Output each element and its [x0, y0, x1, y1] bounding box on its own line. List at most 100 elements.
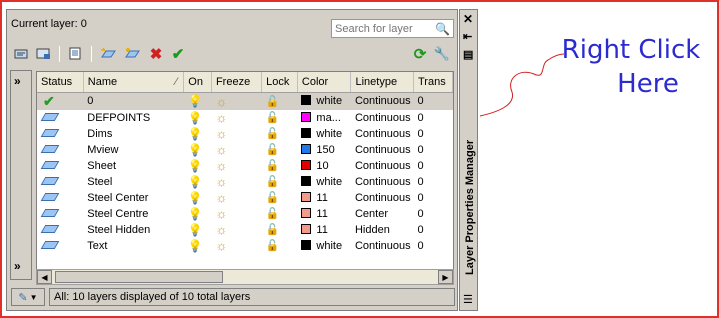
- expand-filter-tree-bottom-icon[interactable]: »: [14, 259, 21, 273]
- lightbulb-on-icon[interactable]: 💡: [188, 111, 203, 125]
- unlocked-padlock-icon[interactable]: 🔓: [266, 192, 280, 204]
- cell-color[interactable]: white: [297, 126, 351, 142]
- cell-transparency[interactable]: 0: [413, 206, 452, 222]
- new-property-filter-icon[interactable]: [13, 45, 31, 63]
- cell-linetype[interactable]: Continuous: [351, 110, 414, 126]
- cell-freeze[interactable]: ☼: [211, 222, 261, 238]
- cell-transparency[interactable]: 0: [413, 158, 452, 174]
- column-header-name[interactable]: Name ⁄: [83, 72, 185, 93]
- unlocked-padlock-icon[interactable]: 🔓: [266, 224, 280, 236]
- cell-color[interactable]: white: [297, 174, 351, 190]
- cell-lock[interactable]: 🔓: [262, 174, 298, 190]
- cell-status[interactable]: [37, 174, 83, 190]
- cell-lock[interactable]: 🔓: [262, 158, 298, 174]
- cell-linetype[interactable]: Continuous: [351, 238, 414, 254]
- cell-name[interactable]: Dims: [83, 126, 184, 142]
- sun-thawed-icon[interactable]: ☼: [215, 174, 227, 189]
- sun-thawed-icon[interactable]: ☼: [215, 206, 227, 221]
- scroll-thumb[interactable]: [55, 271, 223, 283]
- cell-name[interactable]: Mview: [83, 142, 184, 158]
- cell-freeze[interactable]: ☼: [211, 92, 262, 110]
- auto-hide-icon[interactable]: ⇤: [463, 30, 472, 43]
- unlocked-padlock-icon[interactable]: 🔓: [266, 128, 280, 140]
- cell-freeze[interactable]: ☼: [211, 158, 261, 174]
- cell-color[interactable]: 150: [297, 142, 351, 158]
- cell-color[interactable]: 10: [297, 158, 351, 174]
- cell-lock[interactable]: 🔓: [262, 206, 298, 222]
- cell-transparency[interactable]: 0: [413, 174, 452, 190]
- unlocked-padlock-icon[interactable]: 🔓: [266, 176, 280, 188]
- cell-transparency[interactable]: 0: [413, 190, 452, 206]
- cell-on[interactable]: 💡: [184, 238, 212, 254]
- unlocked-padlock-icon[interactable]: 🔓: [266, 208, 280, 220]
- horizontal-scrollbar[interactable]: ◀ ▶: [36, 269, 454, 285]
- delete-layer-icon[interactable]: ✖: [147, 45, 165, 63]
- layer-search-box[interactable]: 🔍: [331, 19, 454, 38]
- new-group-filter-icon[interactable]: [35, 45, 53, 63]
- column-header-color[interactable]: Color: [297, 72, 352, 93]
- properties-menu-icon[interactable]: ▤: [463, 48, 473, 61]
- palette-title[interactable]: Layer Properties Manager: [464, 140, 476, 275]
- cell-freeze[interactable]: ☼: [211, 110, 261, 126]
- cell-name[interactable]: Sheet: [83, 158, 184, 174]
- magnifier-icon[interactable]: 🔍: [435, 22, 450, 36]
- cell-status[interactable]: [37, 158, 83, 174]
- cell-on[interactable]: 💡: [184, 142, 212, 158]
- cell-status[interactable]: [37, 110, 83, 126]
- cell-status[interactable]: ✔: [37, 92, 84, 110]
- cell-transparency[interactable]: 0: [413, 142, 452, 158]
- layer-states-manager-icon[interactable]: [67, 45, 85, 63]
- cell-freeze[interactable]: ☼: [211, 206, 261, 222]
- cell-linetype[interactable]: Continuous: [351, 174, 414, 190]
- table-row[interactable]: Steel Center 💡 ☼ 🔓 11 Continuous 0: [37, 190, 453, 206]
- cell-on[interactable]: 💡: [184, 222, 212, 238]
- cell-linetype[interactable]: Hidden: [351, 222, 414, 238]
- cell-color[interactable]: white: [297, 92, 351, 110]
- cell-linetype[interactable]: Continuous: [351, 158, 414, 174]
- cell-name[interactable]: DEFPOINTS: [83, 110, 184, 126]
- cell-status[interactable]: [37, 142, 83, 158]
- cell-status[interactable]: [37, 190, 83, 206]
- table-row[interactable]: Dims 💡 ☼ 🔓 white Continuous 0: [37, 126, 453, 142]
- cell-lock[interactable]: 🔓: [262, 126, 298, 142]
- scroll-right-icon[interactable]: ▶: [438, 270, 453, 284]
- cell-linetype[interactable]: Continuous: [351, 126, 414, 142]
- sun-thawed-icon[interactable]: ☼: [215, 190, 227, 205]
- lightbulb-on-icon[interactable]: 💡: [188, 159, 203, 173]
- lightbulb-on-icon[interactable]: 💡: [188, 223, 203, 237]
- cell-on[interactable]: 💡: [183, 92, 212, 110]
- lightbulb-on-icon[interactable]: 💡: [188, 207, 203, 221]
- cell-freeze[interactable]: ☼: [211, 238, 261, 254]
- cell-lock[interactable]: 🔓: [262, 142, 298, 158]
- cell-status[interactable]: [37, 238, 83, 254]
- cell-name[interactable]: Steel Center: [83, 190, 184, 206]
- cell-on[interactable]: 💡: [184, 190, 212, 206]
- lightbulb-on-icon[interactable]: 💡: [188, 94, 203, 108]
- palette-title-bar[interactable]: ✕ ⇤ ▤ Layer Properties Manager ☰: [459, 9, 478, 311]
- cell-color[interactable]: 11: [297, 190, 351, 206]
- cell-on[interactable]: 💡: [184, 158, 212, 174]
- table-row[interactable]: Steel Centre 💡 ☼ 🔓 11 Center 0: [37, 206, 453, 222]
- sun-thawed-icon[interactable]: ☼: [215, 222, 227, 237]
- table-row[interactable]: Text 💡 ☼ 🔓 white Continuous 0: [37, 238, 453, 254]
- unlocked-padlock-icon[interactable]: 🔓: [266, 160, 280, 172]
- cell-freeze[interactable]: ☼: [211, 174, 261, 190]
- cell-lock[interactable]: 🔓: [262, 222, 298, 238]
- sun-thawed-icon[interactable]: ☼: [215, 238, 227, 253]
- expand-filter-tree-icon[interactable]: »: [14, 74, 21, 88]
- column-header-status[interactable]: Status: [37, 72, 84, 93]
- cell-name[interactable]: Text: [83, 238, 184, 254]
- column-header-lock[interactable]: Lock: [261, 72, 298, 93]
- table-row[interactable]: Mview 💡 ☼ 🔓 150 Continuous 0: [37, 142, 453, 158]
- cell-freeze[interactable]: ☼: [211, 126, 261, 142]
- cell-status[interactable]: [37, 222, 83, 238]
- cell-linetype[interactable]: Continuous: [351, 142, 414, 158]
- search-input[interactable]: [335, 22, 435, 35]
- cell-status[interactable]: [37, 206, 83, 222]
- unlocked-padlock-icon[interactable]: 🔓: [266, 144, 280, 156]
- cell-color[interactable]: white: [297, 238, 351, 254]
- sun-thawed-icon[interactable]: ☼: [215, 142, 227, 157]
- cell-name[interactable]: Steel Centre: [83, 206, 184, 222]
- cell-linetype[interactable]: Continuous: [351, 190, 414, 206]
- table-row[interactable]: Sheet 💡 ☼ 🔓 10 Continuous 0: [37, 158, 453, 174]
